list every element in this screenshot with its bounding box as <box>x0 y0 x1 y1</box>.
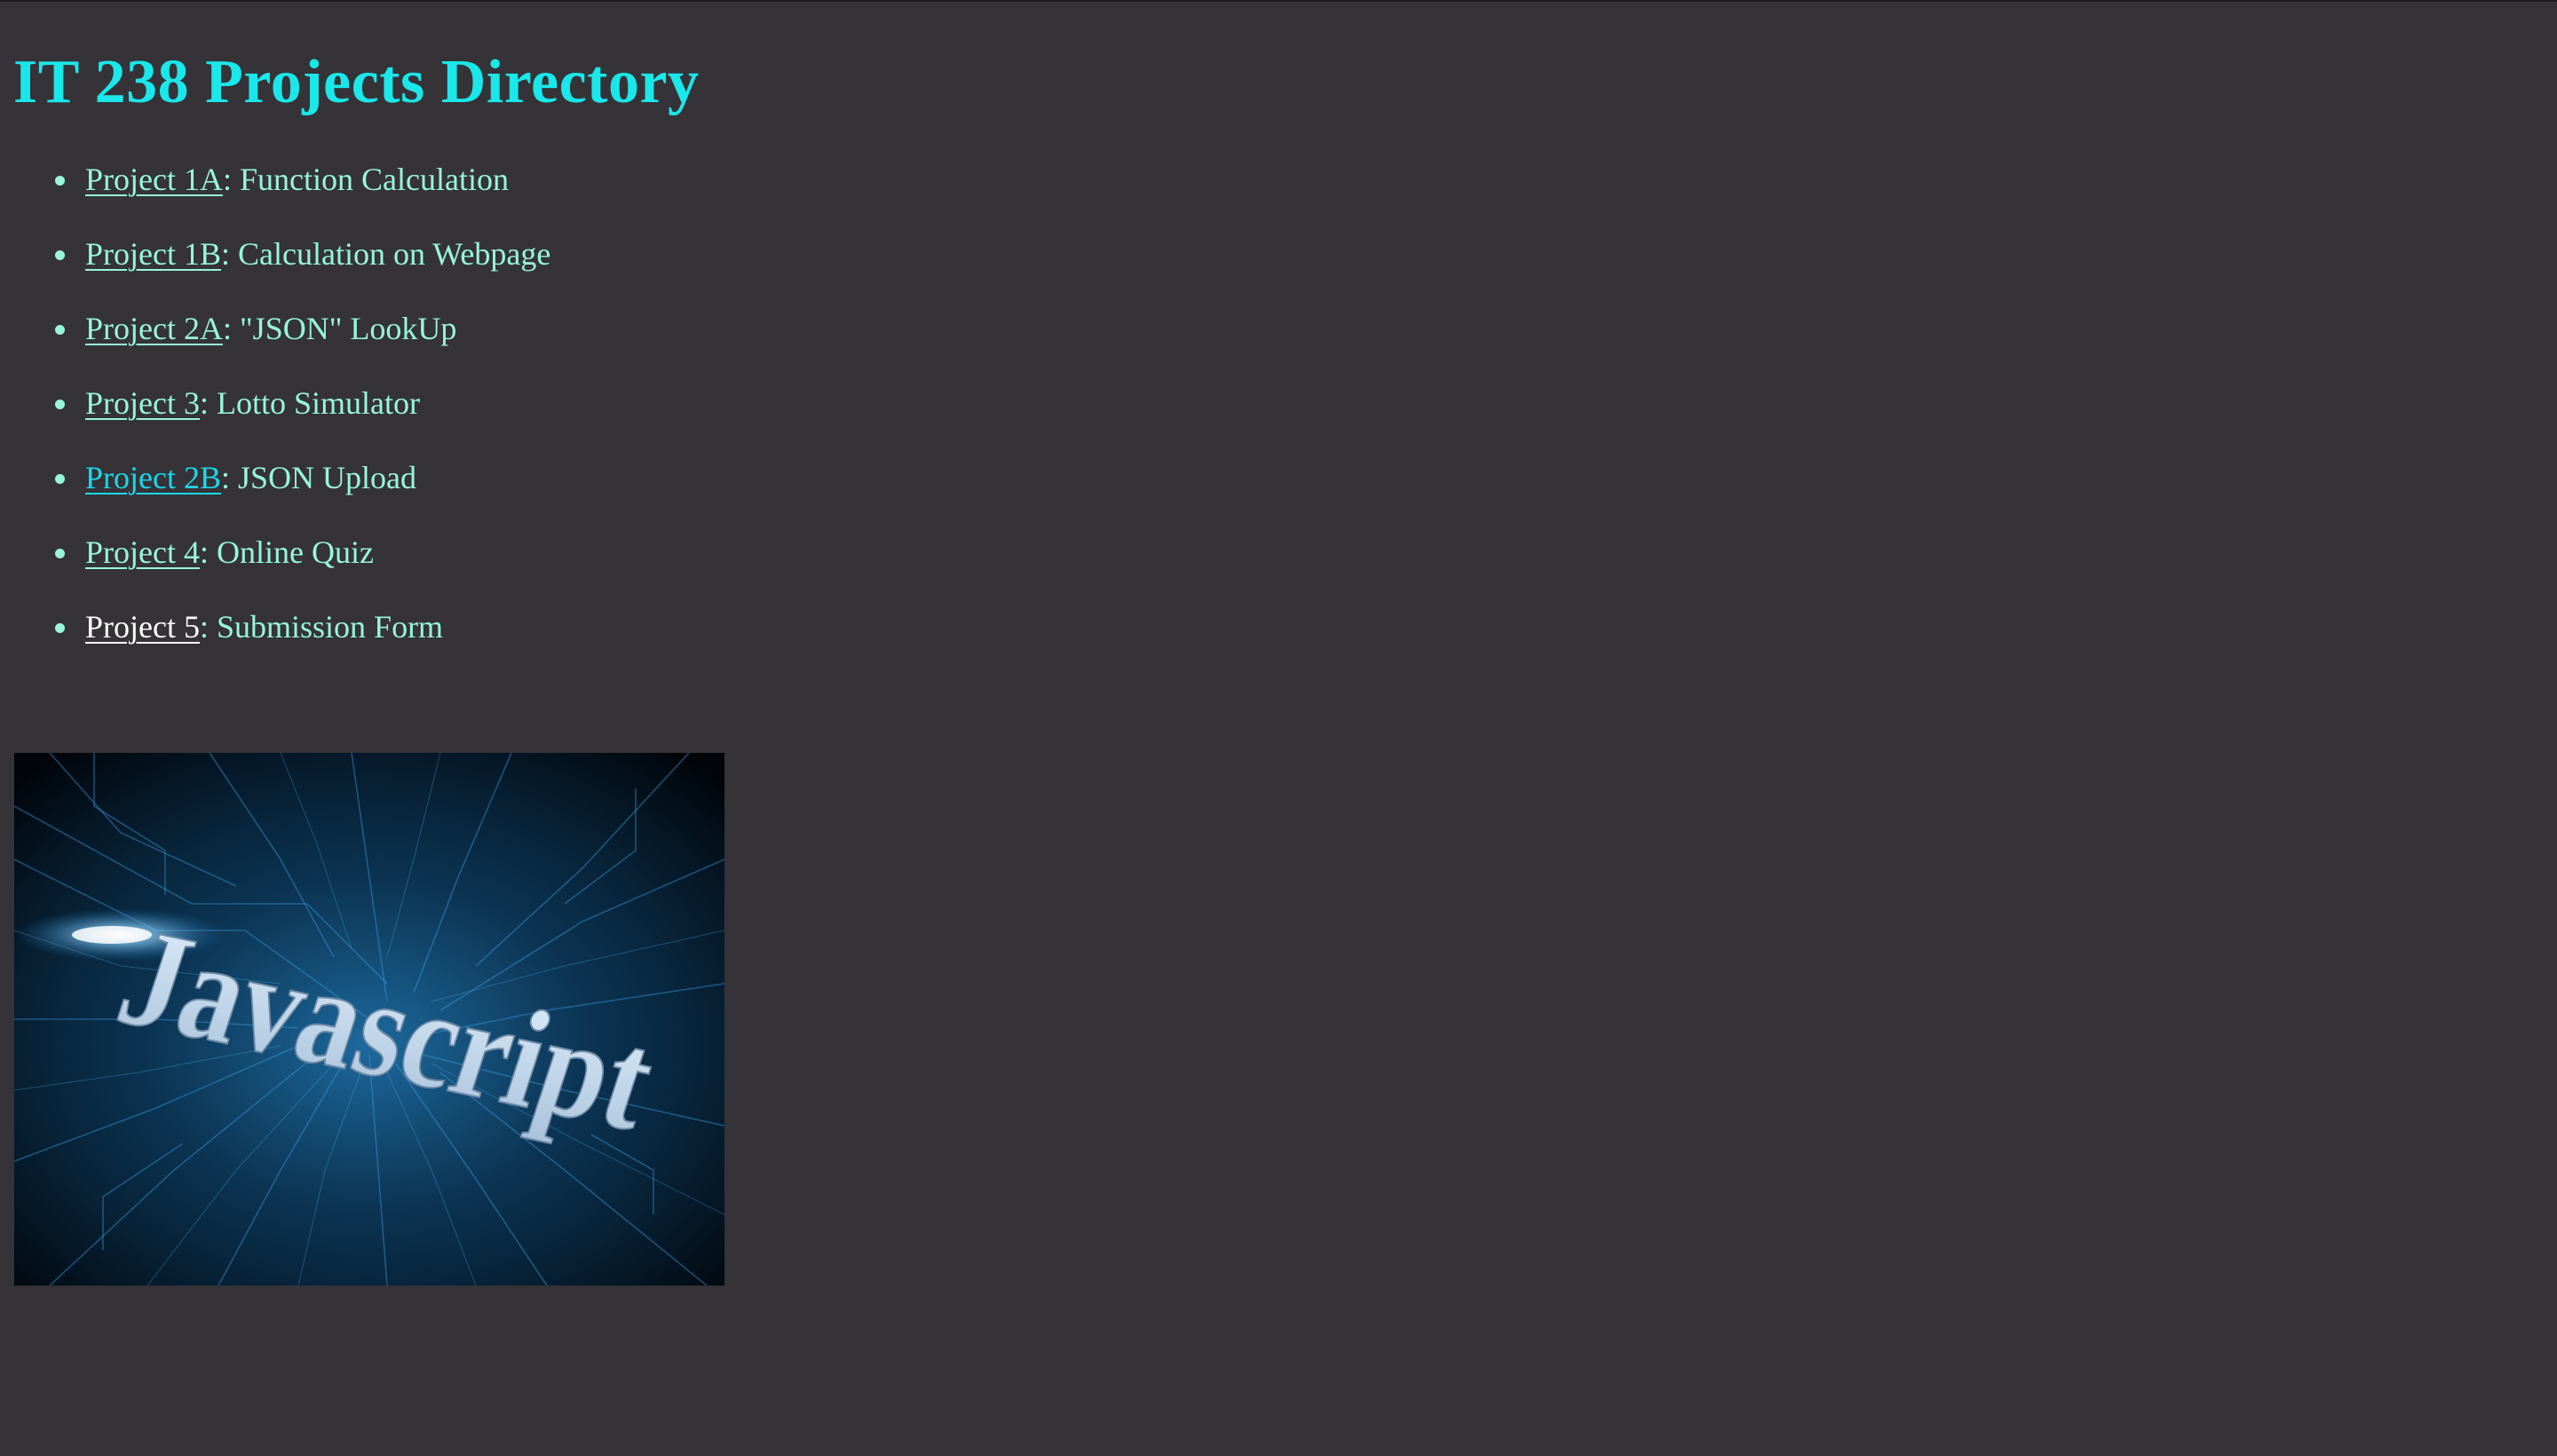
project-description: Submission Form <box>217 609 444 645</box>
project-list: Project 1A: Function Calculation Project… <box>0 153 550 675</box>
bullet-icon <box>55 176 65 186</box>
project-description: Function Calculation <box>239 162 509 197</box>
project-description: Lotto Simulator <box>217 385 420 421</box>
project-link[interactable]: Project 3 <box>85 385 200 421</box>
javascript-image-graphic: Javascript <box>14 753 724 1286</box>
list-item: Project 4: Online Quiz <box>0 526 550 600</box>
bullet-icon <box>55 400 65 409</box>
list-item: Project 1B: Calculation on Webpage <box>0 227 550 302</box>
project-link[interactable]: Project 1A <box>85 162 223 197</box>
bullet-icon <box>55 623 65 633</box>
project-link[interactable]: Project 5 <box>85 609 200 645</box>
bullet-icon <box>55 549 65 558</box>
list-item: Project 3: Lotto Simulator <box>0 376 550 451</box>
javascript-banner-image: Javascript <box>14 753 724 1286</box>
list-item: Project 2A: "JSON" LookUp <box>0 302 550 376</box>
project-description: Calculation on Webpage <box>238 236 551 272</box>
list-item: Project 1A: Function Calculation <box>0 153 550 227</box>
project-description: JSON Upload <box>238 460 417 495</box>
bullet-icon <box>55 474 65 484</box>
project-link[interactable]: Project 4 <box>85 534 200 570</box>
bullet-icon <box>55 325 65 335</box>
list-item: Project 5: Submission Form <box>0 600 550 675</box>
project-link[interactable]: Project 2A <box>85 311 223 346</box>
page-title: IT 238 Projects Directory <box>13 48 700 116</box>
project-link[interactable]: Project 2B <box>85 460 221 495</box>
project-description: "JSON" LookUp <box>239 311 457 346</box>
project-description: Online Quiz <box>217 534 374 570</box>
list-item: Project 2B: JSON Upload <box>0 451 550 526</box>
bullet-icon <box>55 250 65 260</box>
project-link[interactable]: Project 1B <box>85 236 221 272</box>
